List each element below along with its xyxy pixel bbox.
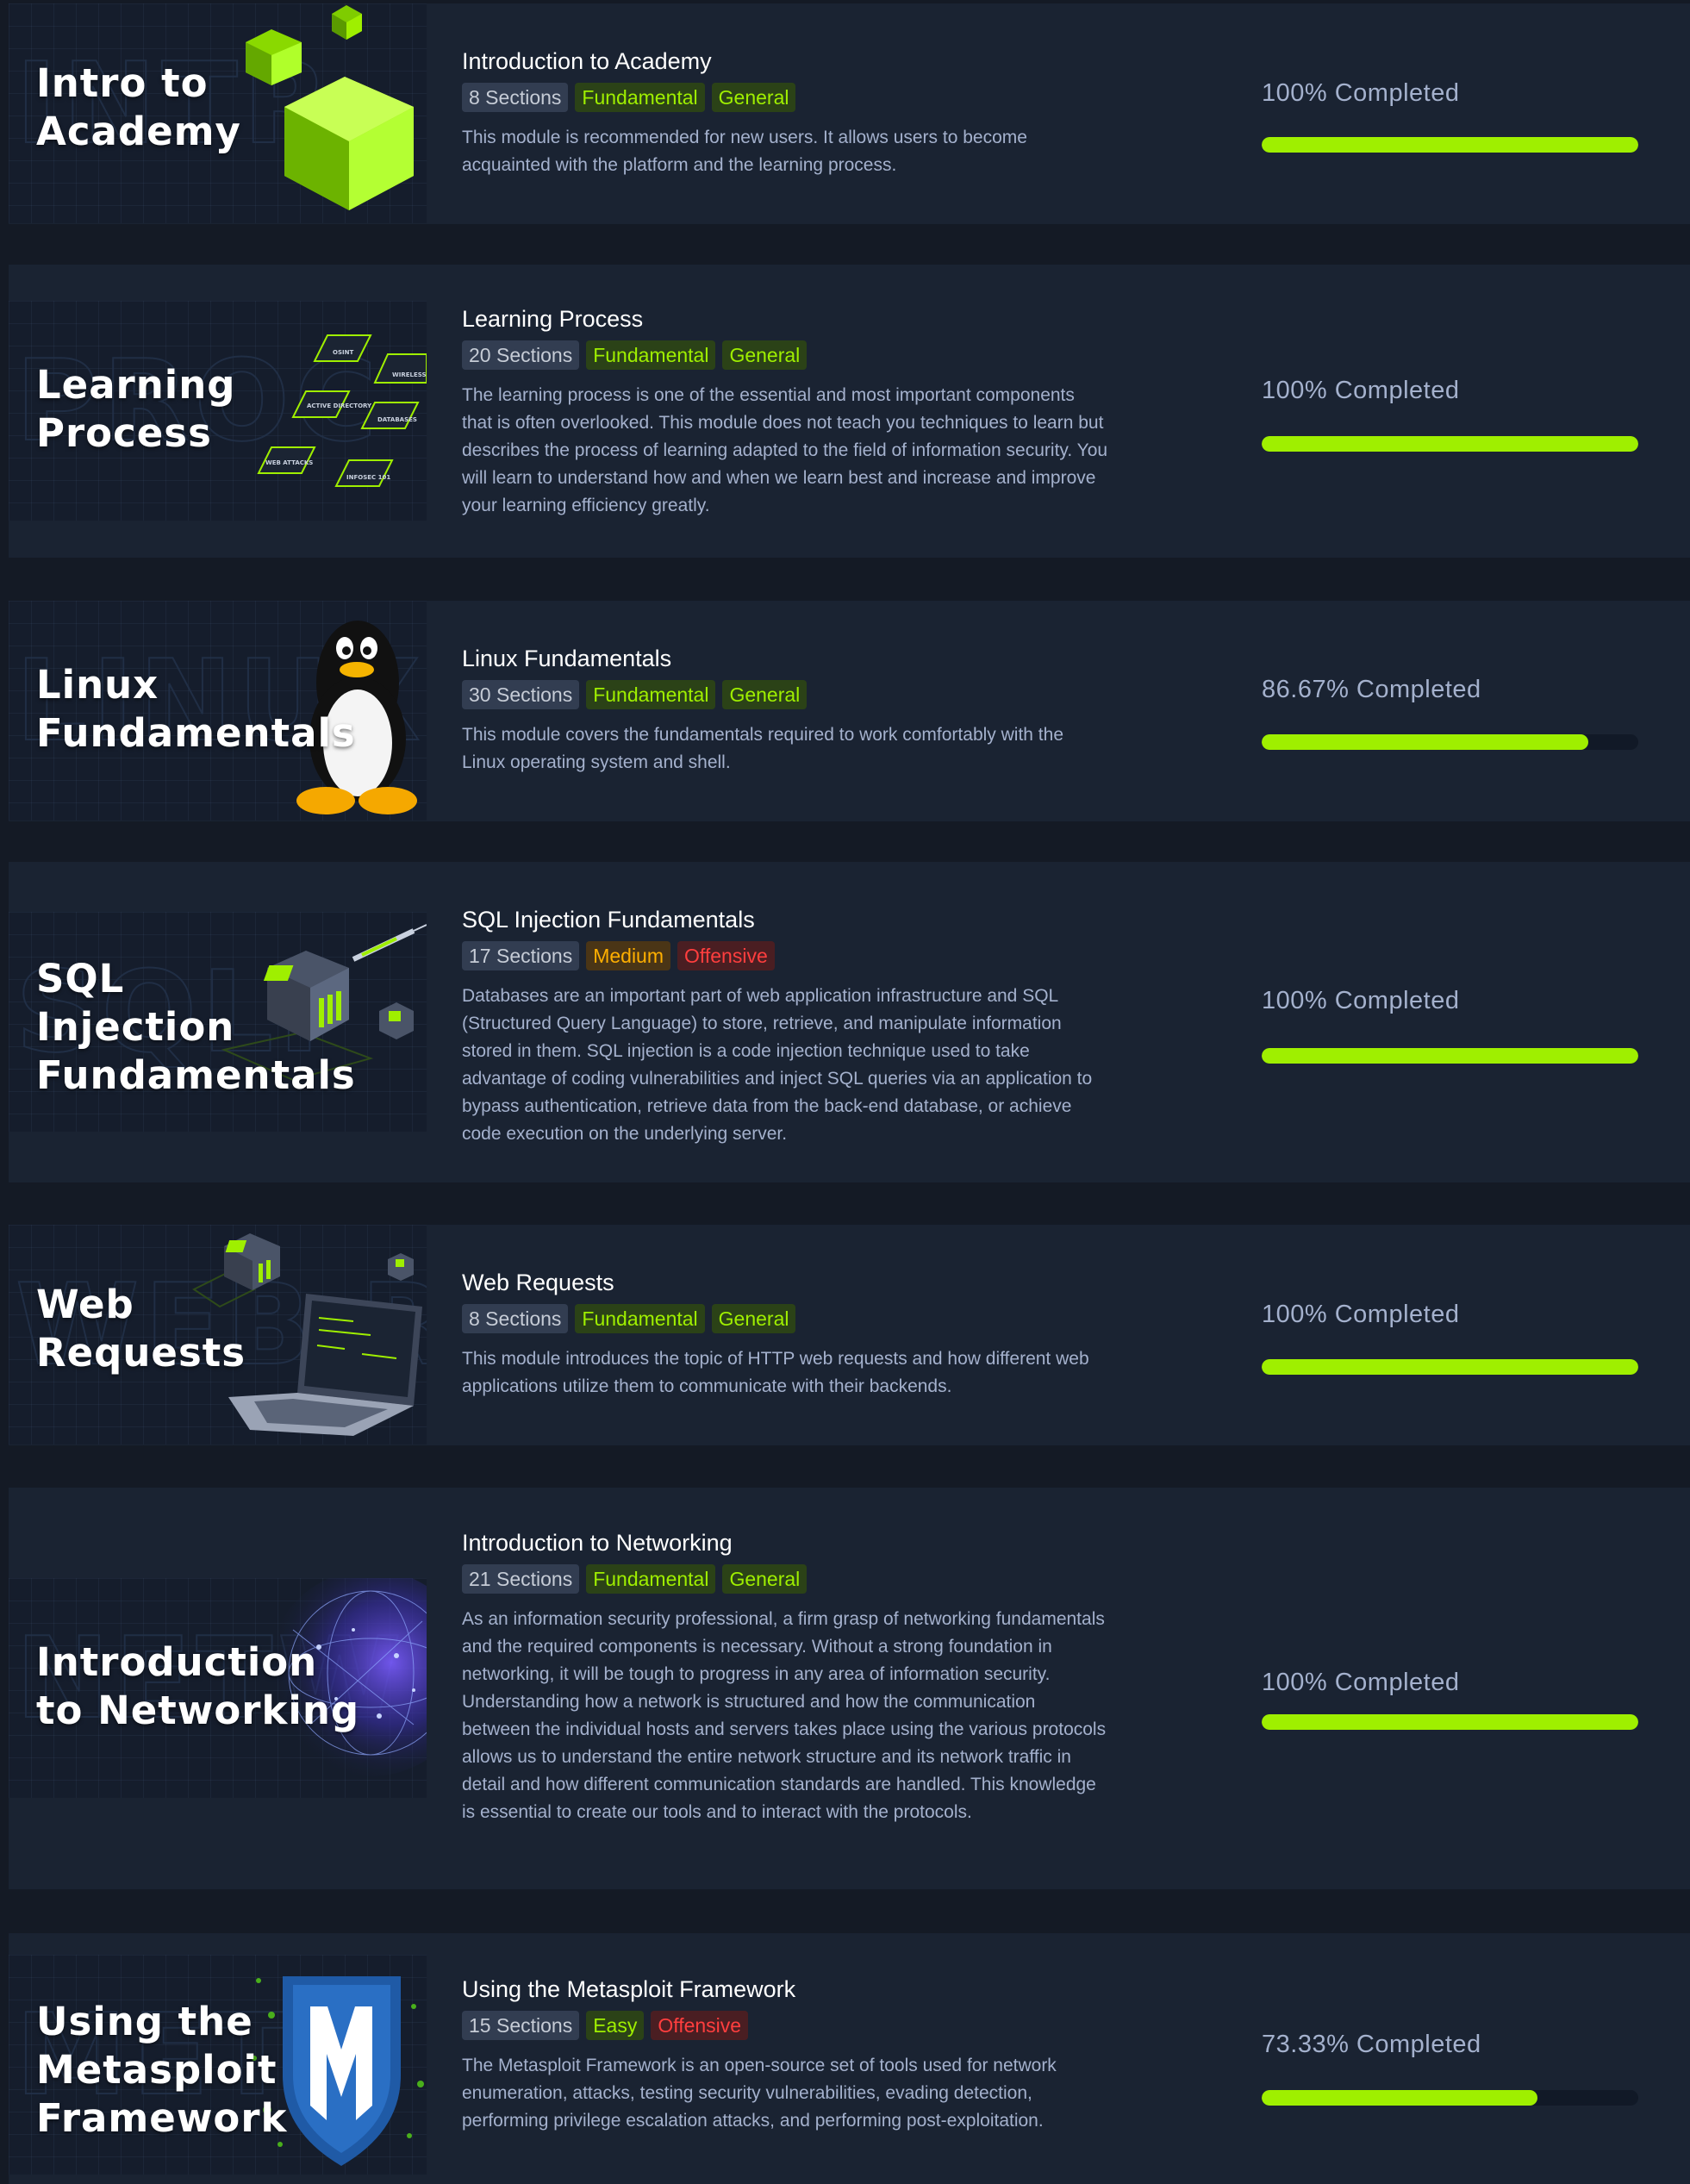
progress-bar bbox=[1262, 734, 1638, 750]
progress-bar bbox=[1262, 2090, 1638, 2106]
progress-bar bbox=[1262, 137, 1638, 153]
progress-fill bbox=[1262, 1048, 1638, 1064]
difficulty-badge: Fundamental bbox=[575, 83, 705, 112]
module-card[interactable]: PROC Learning Process OSINT WIRELESS ACT… bbox=[9, 265, 1690, 558]
difficulty-badge: Fundamental bbox=[575, 1304, 705, 1333]
banner-title: Web Requests bbox=[36, 1282, 246, 1376]
difficulty-badge: Easy bbox=[586, 2011, 645, 2040]
sections-badge: 8 Sections bbox=[462, 1304, 569, 1333]
module-card[interactable]: LINUX Linux Fundamentals Linux Fundament… bbox=[9, 601, 1690, 821]
module-title[interactable]: Using the Metasploit Framework bbox=[462, 1975, 1108, 2004]
progress-fill bbox=[1262, 436, 1638, 452]
module-banner[interactable]: META Using the Metasploit Framework bbox=[9, 1955, 427, 2175]
banner-title: Learning Process bbox=[36, 362, 236, 456]
banner-title: SQL Injection Fundamentals bbox=[36, 956, 356, 1098]
art-label: WIRELESS bbox=[392, 371, 427, 378]
category-badge: General bbox=[711, 1304, 796, 1333]
progress-fill bbox=[1262, 2090, 1538, 2106]
progress-label: 100% Completed bbox=[1262, 377, 1460, 404]
progress-bar bbox=[1262, 1048, 1638, 1064]
progress-label: 100% Completed bbox=[1262, 79, 1460, 107]
module-title[interactable]: Introduction to Networking bbox=[462, 1528, 1108, 1557]
sections-badge: 15 Sections bbox=[462, 2011, 580, 2040]
module-title[interactable]: Learning Process bbox=[462, 304, 1108, 334]
category-badge: General bbox=[722, 680, 808, 709]
progress-bar bbox=[1262, 436, 1638, 452]
module-description: The learning process is one of the essen… bbox=[462, 385, 1108, 515]
progress-label: 100% Completed bbox=[1262, 987, 1460, 1014]
progress-label: 100% Completed bbox=[1262, 1669, 1460, 1696]
module-description: The Metasploit Framework is an open-sour… bbox=[462, 2056, 1057, 2131]
category-badge: Offensive bbox=[651, 2011, 749, 2040]
category-badge: General bbox=[711, 83, 796, 112]
banner-title: Intro to Academy bbox=[36, 60, 241, 154]
module-title[interactable]: Introduction to Academy bbox=[462, 47, 1108, 76]
progress-label: 86.67% Completed bbox=[1262, 676, 1481, 703]
module-description: This module covers the fundamentals requ… bbox=[462, 725, 1063, 772]
sections-badge: 30 Sections bbox=[462, 680, 580, 709]
progress-fill bbox=[1262, 137, 1638, 153]
module-title[interactable]: Web Requests bbox=[462, 1268, 1108, 1297]
module-banner[interactable]: WEB R Web Requests bbox=[9, 1225, 427, 1445]
module-card[interactable]: SQLI SQL Injection Fundamentals SQL Inje… bbox=[9, 862, 1690, 1182]
module-card[interactable]: META Using the Metasploit Framework Usin… bbox=[9, 1933, 1690, 2184]
banner-title: Using the Metasploit Framework bbox=[36, 1999, 288, 2141]
module-banner[interactable]: SQLI SQL Injection Fundamentals bbox=[9, 912, 427, 1132]
progress-label: 100% Completed bbox=[1262, 1301, 1460, 1328]
progress-fill bbox=[1262, 1359, 1638, 1375]
module-title[interactable]: Linux Fundamentals bbox=[462, 644, 1108, 673]
art-label: WEB ATTACKS bbox=[265, 459, 313, 466]
progress-bar bbox=[1262, 1714, 1638, 1730]
difficulty-badge: Fundamental bbox=[586, 680, 716, 709]
module-description: This module introduces the topic of HTTP… bbox=[462, 1349, 1089, 1396]
progress-label: 73.33% Completed bbox=[1262, 2031, 1481, 2058]
module-card[interactable]: NETW Introduction to Networking Introduc… bbox=[9, 1488, 1690, 1889]
module-description: This module is recommended for new users… bbox=[462, 128, 1027, 175]
category-badge: General bbox=[722, 340, 808, 370]
module-description: As an information security professional,… bbox=[462, 1609, 1107, 1822]
sections-badge: 17 Sections bbox=[462, 941, 580, 970]
module-banner[interactable]: INTR Intro to Academy bbox=[9, 3, 427, 223]
art-label: ACTIVE DIRECTORY bbox=[307, 402, 372, 409]
module-card[interactable]: WEB R Web Requests Web Requests 8 Sectio… bbox=[9, 1225, 1690, 1445]
sections-badge: 20 Sections bbox=[462, 340, 580, 370]
sections-badge: 21 Sections bbox=[462, 1564, 580, 1594]
module-banner[interactable]: NETW Introduction to Networking bbox=[9, 1578, 427, 1798]
module-banner[interactable]: PROC Learning Process OSINT WIRELESS ACT… bbox=[9, 301, 427, 521]
difficulty-badge: Medium bbox=[586, 941, 671, 970]
difficulty-badge: Fundamental bbox=[586, 340, 716, 370]
art-label: INFOSEC 101 bbox=[346, 474, 390, 481]
category-badge: Offensive bbox=[677, 941, 775, 970]
progress-bar bbox=[1262, 1359, 1638, 1375]
art-label: DATABASES bbox=[377, 416, 417, 423]
sections-badge: 8 Sections bbox=[462, 83, 569, 112]
module-banner[interactable]: LINUX Linux Fundamentals bbox=[9, 601, 427, 821]
module-card[interactable]: INTR Intro to Academy Introduction to Ac… bbox=[9, 3, 1690, 224]
art-label: OSINT bbox=[333, 349, 353, 356]
module-description: Databases are an important part of web a… bbox=[462, 986, 1093, 1144]
progress-fill bbox=[1262, 1714, 1638, 1730]
category-badge: General bbox=[722, 1564, 808, 1594]
module-title[interactable]: SQL Injection Fundamentals bbox=[462, 905, 1108, 934]
progress-fill bbox=[1262, 734, 1588, 750]
difficulty-badge: Fundamental bbox=[586, 1564, 716, 1594]
banner-title: Introduction to Networking bbox=[36, 1639, 360, 1733]
banner-title: Linux Fundamentals bbox=[36, 662, 356, 756]
